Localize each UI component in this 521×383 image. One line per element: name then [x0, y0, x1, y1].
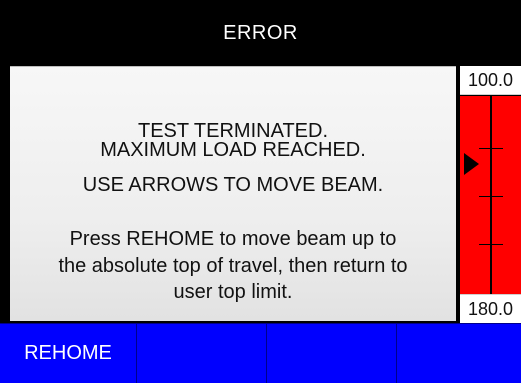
softkey-bar: REHOME [0, 323, 521, 383]
gauge-center-line [490, 96, 492, 294]
softkey-4-button[interactable] [397, 323, 521, 383]
error-message-panel: TEST TERMINATED. MAXIMUM LOAD REACHED. U… [10, 66, 456, 321]
message-line-use-arrows: USE ARROWS TO MOVE BEAM. [82, 174, 384, 196]
gauge-tick [479, 196, 503, 197]
gauge-bottom-value: 180.0 [460, 294, 521, 324]
page-title: ERROR [223, 21, 298, 44]
beam-position-gauge [460, 96, 521, 294]
rehome-button-label: REHOME [24, 342, 112, 364]
message-line-max-load: MAXIMUM LOAD REACHED. [100, 139, 366, 161]
gauge-top-value: 100.0 [460, 66, 521, 95]
softkey-3-button[interactable] [267, 323, 397, 383]
gauge-tick [479, 148, 503, 149]
softkey-2-button[interactable] [137, 323, 267, 383]
error-screen: ERROR TEST TERMINATED. MAXIMUM LOAD REAC… [0, 0, 521, 383]
message-line-rehome-2: the absolute top of travel, then return … [58, 255, 408, 277]
header-bar: ERROR [0, 0, 521, 66]
gauge-tick [479, 244, 503, 245]
message-line-rehome-1: Press REHOME to move beam up to [69, 228, 397, 250]
message-line-rehome-3: user top limit. [173, 281, 293, 303]
beam-position-pointer-icon [464, 153, 479, 175]
rehome-button[interactable]: REHOME [0, 323, 137, 383]
